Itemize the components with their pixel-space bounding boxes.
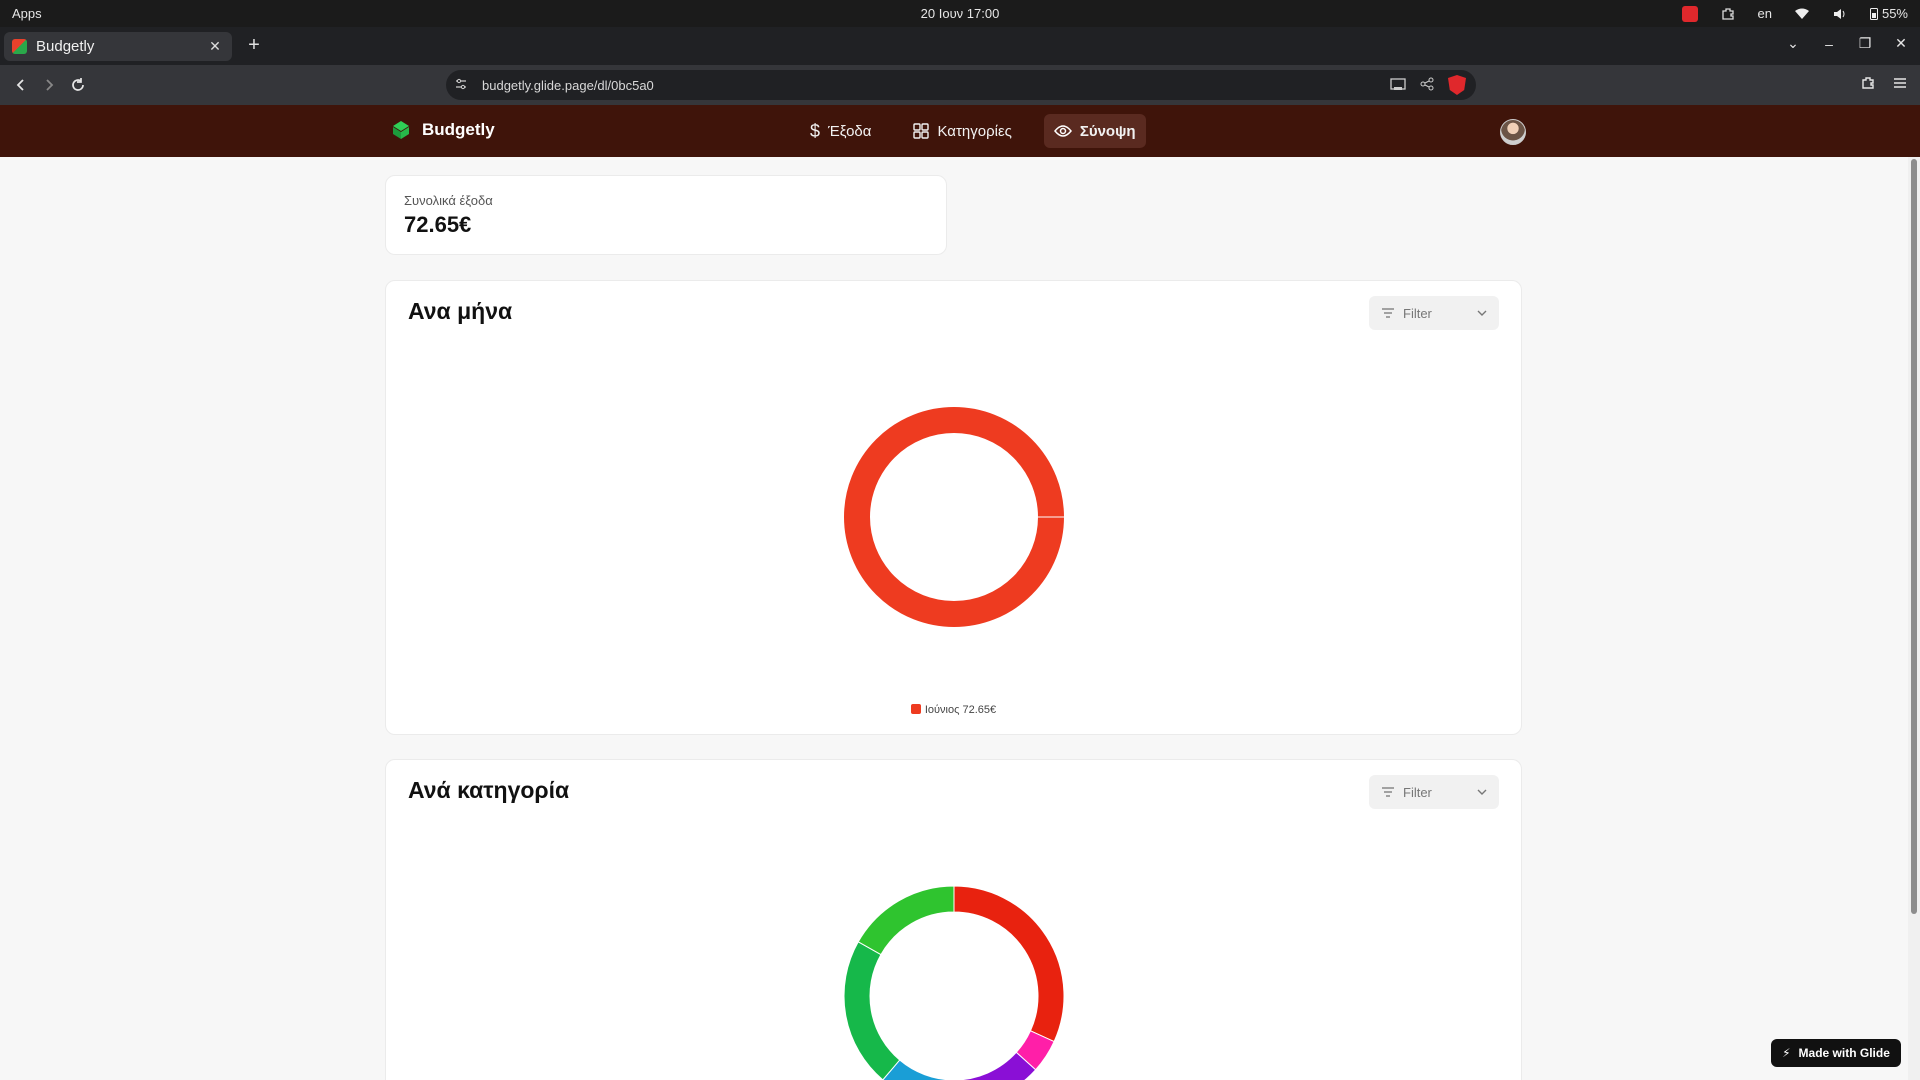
legend-item-june: Ιούνιος 72.65€: [924, 704, 997, 716]
by-month-legend: Ιούνιος 72.65€: [386, 704, 1521, 716]
made-with-glide-badge[interactable]: ⚡ Made with Glide: [1771, 1039, 1901, 1067]
total-expenses-value: 72.65€: [404, 212, 472, 237]
back-icon[interactable]: [10, 74, 32, 96]
nav-summary[interactable]: Σύνοψη: [1043, 114, 1146, 148]
dollar-icon: $: [810, 120, 821, 141]
budgetly-favicon-icon: [12, 39, 27, 54]
page-scrollbar[interactable]: [1908, 157, 1920, 1080]
toolbar-right: [1860, 75, 1908, 96]
total-expenses-label: Συνολικά έξοδα: [404, 193, 493, 208]
url-text: budgetly.glide.page/dl/0bc5a0: [482, 78, 654, 93]
apps-button[interactable]: Apps: [12, 6, 42, 21]
reload-icon[interactable]: [67, 74, 89, 96]
battery-percent: 55%: [1881, 6, 1908, 21]
main-nav: $ Έξοδα Κατηγορίες Σύνοψη: [800, 114, 1146, 148]
battery-icon: [1869, 8, 1878, 20]
filter-label: Filter: [1403, 784, 1432, 800]
close-window-icon[interactable]: ✕: [1892, 35, 1910, 52]
address-bar[interactable]: budgetly.glide.page/dl/0bc5a0: [446, 70, 1476, 100]
language-indicator[interactable]: en: [1758, 6, 1772, 21]
avatar[interactable]: [1500, 119, 1526, 145]
budgetly-logo-icon: [393, 121, 409, 139]
brave-shields-icon[interactable]: [1448, 75, 1466, 95]
chevron-down-icon: [1477, 789, 1487, 795]
by-month-card: Ανα μήνα Filter Ιούνιος 72.65€: [385, 280, 1522, 735]
total-expenses-card: Συνολικά έξοδα 72.65€: [385, 175, 947, 255]
forward-icon[interactable]: [38, 74, 60, 96]
os-top-bar: Apps 20 Ιουν 17:00 en 55%: [0, 0, 1920, 27]
extensions-icon[interactable]: [1860, 75, 1876, 96]
by-month-title: Ανα μήνα: [408, 298, 513, 324]
eye-icon: [1053, 125, 1072, 137]
nav-expenses-label: Έξοδα: [828, 122, 872, 140]
legend-swatch: [910, 704, 921, 714]
chevron-down-icon: [1477, 310, 1487, 316]
glide-logo-icon: ⚡: [1782, 1046, 1791, 1060]
site-settings-icon[interactable]: [454, 77, 468, 94]
browser-toolbar: budgetly.glide.page/dl/0bc5a0: [0, 65, 1920, 105]
filter-icon: [1382, 308, 1394, 318]
scroll-thumb[interactable]: [1911, 159, 1917, 914]
app-header: Budgetly $ Έξοδα Κατηγορίες Σύνοψη: [0, 105, 1920, 157]
app-name: Budgetly: [422, 120, 495, 139]
wifi-icon[interactable]: [1794, 6, 1810, 22]
brand[interactable]: Budgetly: [392, 120, 495, 140]
cast-icon[interactable]: [1390, 77, 1406, 94]
volume-icon[interactable]: [1832, 6, 1848, 22]
by-category-slice-0[interactable]: [953, 885, 1065, 1043]
grid-icon: [913, 123, 930, 139]
browser-tab[interactable]: Budgetly ✕: [4, 32, 232, 61]
by-category-title: Ανά κατηγορία: [408, 777, 570, 803]
by-category-card: Ανά κατηγορία Filter: [385, 759, 1522, 1080]
nav-categories[interactable]: Κατηγορίες: [903, 114, 1021, 148]
system-tray: en 55%: [1681, 4, 1908, 23]
menu-icon[interactable]: [1892, 75, 1908, 96]
by-month-donut-chart: [844, 407, 1064, 627]
nav-expenses[interactable]: $ Έξοδα: [800, 114, 881, 148]
nav-summary-label: Σύνοψη: [1079, 122, 1136, 140]
window-controls: ⌄ – ❐ ✕: [1784, 35, 1910, 52]
clock[interactable]: 20 Ιουν 17:00: [0, 6, 1920, 21]
by-month-slice-0[interactable]: [844, 407, 1064, 627]
share-icon[interactable]: [1420, 77, 1434, 94]
by-category-filter-button[interactable]: Filter: [1369, 775, 1499, 809]
battery-indicator[interactable]: 55%: [1869, 6, 1908, 21]
filter-label: Filter: [1403, 305, 1432, 321]
new-tab-icon[interactable]: +: [244, 35, 264, 55]
filter-icon: [1382, 787, 1394, 797]
minimize-icon[interactable]: –: [1820, 36, 1838, 52]
restore-icon[interactable]: ❐: [1856, 35, 1874, 52]
close-tab-icon[interactable]: ✕: [206, 38, 224, 55]
browser-tabstrip: Budgetly ✕ + ⌄ – ❐ ✕: [0, 27, 1920, 65]
by-category-slice-5[interactable]: [857, 885, 955, 956]
screen-record-icon[interactable]: [1681, 5, 1698, 22]
by-category-donut-chart: [843, 885, 1065, 1080]
tab-title: Budgetly: [36, 38, 95, 55]
tab-list-icon[interactable]: ⌄: [1784, 35, 1802, 52]
by-category-slice-4[interactable]: [843, 941, 901, 1080]
nav-categories-label: Κατηγορίες: [937, 122, 1012, 140]
glide-badge-label: Made with Glide: [1798, 1046, 1890, 1060]
by-month-filter-button[interactable]: Filter: [1369, 296, 1499, 330]
extension-icon[interactable]: [1720, 6, 1736, 22]
